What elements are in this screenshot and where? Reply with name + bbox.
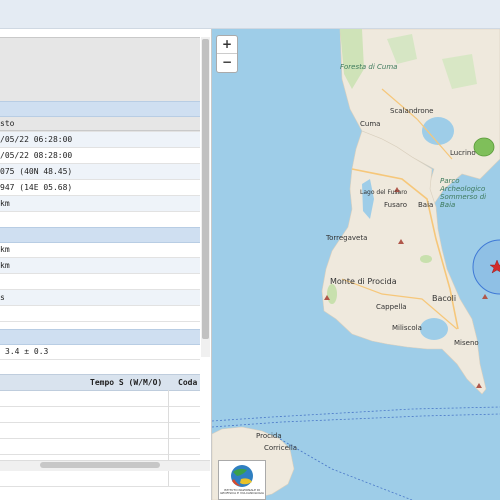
detail-row-rms: s: [0, 290, 200, 306]
label-miliscola: Miliscola: [392, 324, 422, 332]
phases-table-header: Tempo S (W/M/O) Coda: [0, 374, 200, 391]
detail-row-empty-3: [0, 306, 200, 322]
epicenter-marker[interactable]: [470, 239, 500, 309]
detail-row-depth: km: [0, 196, 200, 212]
label-cuma: Cuma: [360, 120, 381, 128]
ingv-logo[interactable]: ISTITUTO NAZIONALE DI GEOFISICA E VULCAN…: [218, 460, 266, 500]
map-view[interactable]: Foresta di Cuma Scalandrone Cuma Lucrino…: [212, 29, 500, 500]
map-canvas: [212, 29, 500, 500]
section-bar-location: [0, 101, 200, 117]
col-header-s-time: Tempo S (W/M/O): [90, 378, 163, 387]
col-header-coda: Coda: [178, 378, 198, 387]
label-monte-di-procida: Monte di Procida: [330, 277, 397, 286]
label-forest: Foresta di Cuma: [340, 63, 398, 71]
table-row[interactable]: [0, 422, 200, 439]
label-lucrino: Lucrino: [450, 149, 476, 157]
label-parco: Parco Archeologico Sommerso di Baia: [440, 177, 487, 209]
detail-row-type: sto: [0, 116, 200, 132]
label-miseno: Miseno: [454, 339, 479, 347]
detail-row-error-h: km: [0, 242, 200, 258]
section-bar-magnitude: [0, 329, 200, 345]
vertical-scrollbar-thumb[interactable]: [202, 39, 209, 339]
label-corricella: Corricella: [264, 444, 298, 452]
zoom-control: + −: [216, 35, 238, 73]
detail-row-origin-utc: /05/22 06:28:00: [0, 132, 200, 148]
label-bacoli: Bacoli: [432, 294, 457, 303]
table-row[interactable]: [0, 390, 200, 407]
table-row[interactable]: [0, 438, 200, 455]
top-bar: [0, 0, 500, 29]
horizontal-scrollbar-thumb[interactable]: [40, 462, 160, 468]
label-fusaro: Fusaro: [384, 201, 408, 209]
section-bar-errors: [0, 227, 200, 243]
label-cappella: Cappella: [376, 303, 407, 311]
label-baia: Baia: [418, 201, 434, 209]
zoom-out-button[interactable]: −: [217, 54, 237, 71]
detail-row-error-z: km: [0, 258, 200, 274]
label-torregaveta: Torregaveta: [326, 234, 368, 242]
logo-text: ISTITUTO NAZIONALE DI GEOFISICA E VULCAN…: [220, 488, 264, 495]
label-procida: Procida: [256, 432, 282, 440]
table-row[interactable]: [0, 406, 200, 423]
table-row[interactable]: [0, 470, 200, 487]
detail-row-origin-local: /05/22 08:28:00: [0, 148, 200, 164]
detail-row-empty-2: [0, 274, 200, 290]
label-lago-fusaro: Lago del Fusaro: [360, 189, 408, 196]
event-details-panel: sto /05/22 06:28:00 /05/22 08:28:00 075 …: [0, 29, 212, 500]
detail-row-empty: [0, 212, 200, 228]
label-scalandrone: Scalandrone: [390, 107, 434, 115]
zoom-in-button[interactable]: +: [217, 36, 237, 54]
detail-row-latitude: 075 (40N 48.45): [0, 164, 200, 180]
detail-row-longitude: 947 (14E 05.68): [0, 180, 200, 196]
detail-row-magnitude: 3.4 ± 0.3: [0, 344, 200, 360]
globe-icon: [231, 465, 253, 487]
